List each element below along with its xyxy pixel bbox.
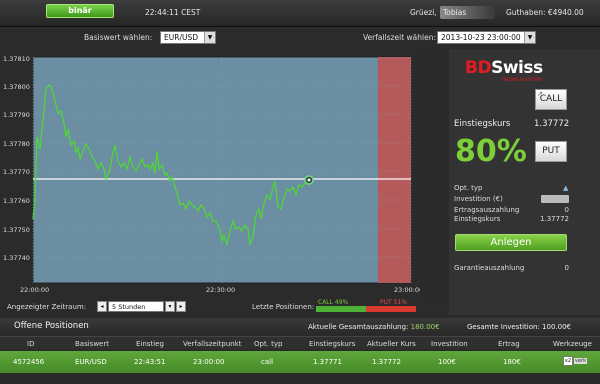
bdswiss-logo: BDSwiss <box>465 58 543 78</box>
asset-label: Basiswert wählen: <box>84 33 153 42</box>
expiry-label: Verfallszeit wählen: <box>363 33 436 42</box>
open-positions-header: Offene Positionen Aktuelle Gesamtauszahl… <box>0 318 600 334</box>
payout-amount-label: Ertragsauszahlung <box>454 206 520 214</box>
entry-rate-value-2: 1.37772 <box>540 215 569 223</box>
x-tick-label: 23:00:00 <box>394 286 420 294</box>
put-percent-label: PUT 51% <box>380 299 407 306</box>
time-range-label: Angezeigter Zeitraum: <box>7 303 87 311</box>
account-balance: Guthaben: €4940.00 <box>506 8 584 17</box>
top-bar: binär 22:44:11 CEST Grüezi, Tobias Gutha… <box>0 0 600 27</box>
position-entry-time: 22:43:51 <box>134 358 166 366</box>
entry-rate-value: 1.37772 <box>534 119 570 129</box>
guarantee-label: Garantieauszahlung <box>454 264 525 272</box>
greeting-text: Grüezi, <box>410 8 437 17</box>
username[interactable]: Tobias <box>440 6 495 19</box>
payout-percent: 80% <box>455 134 527 169</box>
range-next-button[interactable]: ▸ <box>176 301 186 312</box>
put-button[interactable]: PUT <box>535 141 567 162</box>
trade-panel: BDSwiss TRADING PLATFORM ↗ CALL Einstieg… <box>449 49 600 315</box>
column-header: ID <box>27 340 35 348</box>
chevron-down-icon[interactable]: ▼ <box>204 32 215 43</box>
time-range-select[interactable]: 5 Stunden <box>108 301 164 312</box>
price-chart[interactable]: 1.37810 1.37800 1.37790 1.37780 1.37770 1.377… <box>0 49 420 299</box>
column-header: Ertrag <box>498 340 520 348</box>
position-id: 4572456 <box>13 358 45 366</box>
expiry-select-value: 2013-10-23 23:00:00 <box>441 33 521 42</box>
sell-button[interactable]: verk <box>574 358 587 364</box>
y-tick-label: 1.37810 <box>3 55 30 63</box>
last-positions-label: Letzte Positionen: <box>252 303 315 311</box>
expiry-select[interactable]: 2013-10-23 23:00:00 ▼ <box>437 31 536 44</box>
total-investment-summary: Gesamte Investition: 100.00€ <box>467 323 571 331</box>
call-button[interactable]: ↗ CALL <box>535 89 567 110</box>
investment-label: Investition (€) <box>454 195 503 203</box>
y-tick-label: 1.37790 <box>3 111 30 119</box>
position-investment: 100€ <box>438 358 456 366</box>
x-tick-label: 22:30:00 <box>206 286 235 294</box>
entry-rate-label-2: Einstiegskurs <box>454 215 501 223</box>
position-entry-rate: 1.37771 <box>313 358 342 366</box>
asset-select[interactable]: EUR/USD ▼ <box>160 31 216 44</box>
arrow-up-icon: ↗ <box>537 90 543 98</box>
investment-input[interactable] <box>541 195 569 203</box>
asset-select-value: EUR/USD <box>164 33 198 42</box>
column-header: Einstieg <box>136 340 164 348</box>
column-header: Basiswert <box>75 340 109 348</box>
position-payout: 180€ <box>503 358 521 366</box>
chart-controls: Angezeigter Zeitraum: ◂ 5 Stunden ▾ ▸ Le… <box>0 299 449 315</box>
double-up-button[interactable]: x2 <box>563 356 573 366</box>
guarantee-value: 0 <box>564 264 569 272</box>
range-dropdown-button[interactable]: ▾ <box>165 301 175 312</box>
position-expiry: 23:00:00 <box>193 358 225 366</box>
entry-rate-label: Einstiegskurs <box>454 119 511 129</box>
positions-column-header: ID Basiswert Einstieg Verfallszeitpunkt … <box>0 336 600 349</box>
column-header: Verfallszeitpunkt <box>183 340 242 348</box>
y-tick-label: 1.37770 <box>3 168 30 176</box>
x-tick-label: 22:00:00 <box>20 286 49 294</box>
position-current-rate: 1.37772 <box>372 358 401 366</box>
payout-amount-value: 0 <box>564 206 569 214</box>
current-payout-summary: Aktuelle Gesamtauszahlung: 180.00€ <box>308 323 440 331</box>
column-header: Opt. typ <box>254 340 283 348</box>
y-tick-label: 1.37800 <box>3 83 30 91</box>
logo-subtitle: TRADING PLATFORM <box>501 77 542 82</box>
column-header: Werkzeuge <box>553 340 592 348</box>
position-type: call <box>261 358 274 366</box>
open-positions-title: Offene Positionen <box>14 321 89 331</box>
table-row[interactable]: 4572456 EUR/USD 22:43:51 23:00:00 call 1… <box>0 351 600 373</box>
chevron-down-icon[interactable]: ▼ <box>524 32 535 43</box>
binary-mode-button[interactable]: binär <box>46 4 114 18</box>
y-tick-label: 1.37760 <box>3 197 30 205</box>
put-sentiment-bar <box>366 306 416 312</box>
y-tick-label: 1.37750 <box>3 226 30 234</box>
column-header: Investition <box>431 340 468 348</box>
server-clock: 22:44:11 CEST <box>145 8 201 17</box>
column-header: Aktueller Kurs <box>367 340 416 348</box>
selector-row: Basiswert wählen: EUR/USD ▼ Verfallszeit… <box>0 27 600 49</box>
triangle-up-icon: ▲ <box>563 184 569 192</box>
opt-type-label: Opt. typ <box>454 184 483 192</box>
y-tick-label: 1.37780 <box>3 140 30 148</box>
column-header: Einstiegskurs <box>309 340 356 348</box>
invest-submit-button[interactable]: Anlegen <box>455 234 567 251</box>
position-asset: EUR/USD <box>75 358 107 366</box>
footer <box>0 373 600 384</box>
range-prev-button[interactable]: ◂ <box>97 301 107 312</box>
expiry-zone <box>378 57 411 283</box>
y-tick-label: 1.37740 <box>3 254 30 262</box>
call-sentiment-bar <box>316 306 366 312</box>
call-percent-label: CALL 49% <box>318 299 349 306</box>
